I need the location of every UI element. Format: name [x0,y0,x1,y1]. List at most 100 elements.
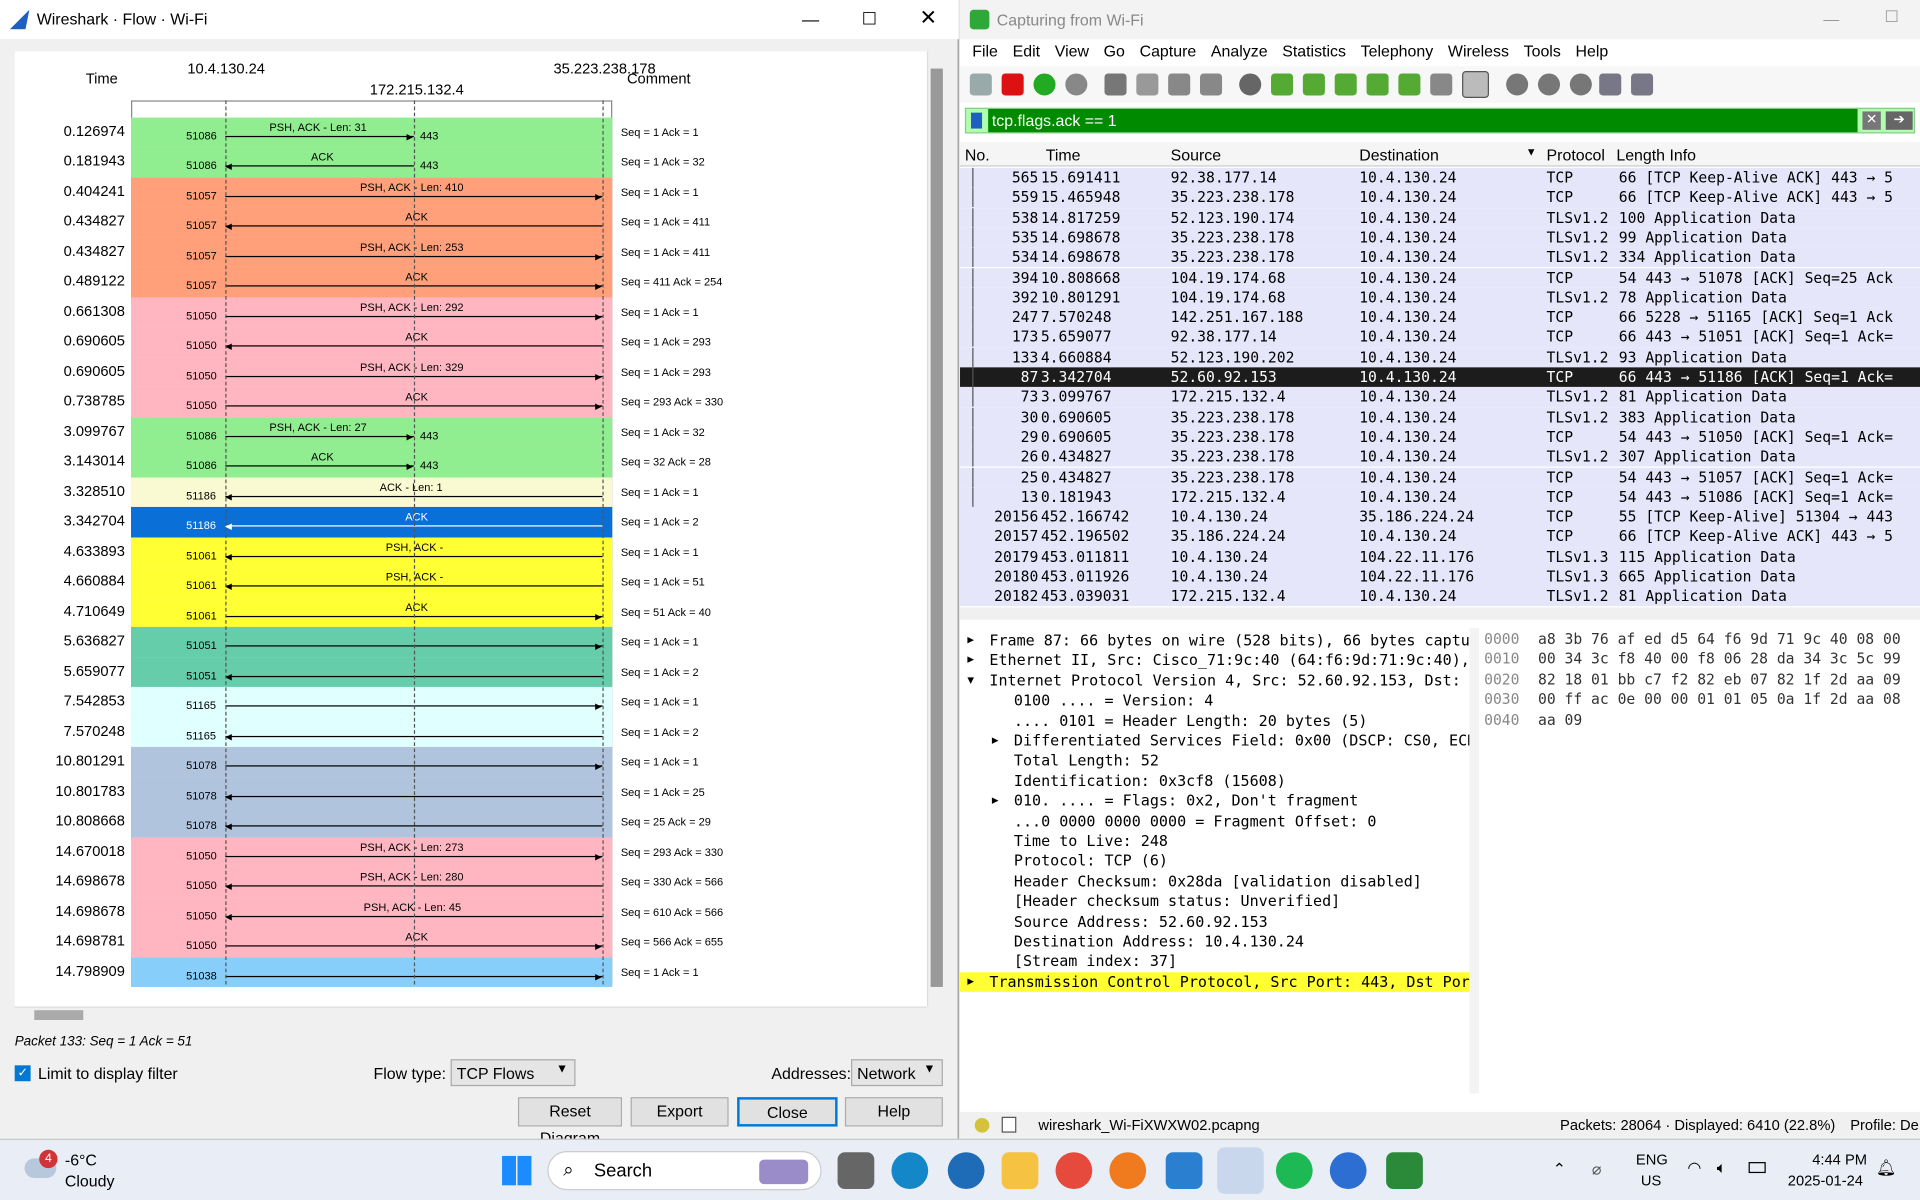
detail-row[interactable]: ▶ Frame 87: 66 bytes on wire (528 bits), … [960,631,1469,651]
close-button[interactable]: Close [737,1097,838,1127]
limit-checkbox[interactable]: ✓ [14,1065,31,1082]
resize-columns-icon[interactable] [1599,73,1622,96]
flow-diagram[interactable]: Time 10.4.130.24 172.215.132.4 35.223.23… [14,51,927,1007]
edge-icon[interactable] [891,1152,929,1189]
start-windows-icon[interactable] [502,1155,532,1186]
addresses-select[interactable]: Network ▼ [851,1059,943,1087]
profile-label[interactable]: Profile: De [1850,1117,1919,1134]
detail-row[interactable]: ▶ 010. .... = Flags: 0x2, Don't fragment [960,791,1469,811]
hex-bytes[interactable]: aa 09 [1538,711,1582,728]
autoscroll-icon[interactable] [1430,73,1453,96]
packet-row[interactable]: 29 0.690605 35.223.238.178 10.4.130.24 TCP 54… [960,427,1920,448]
collapsed-arrow-icon[interactable]: ▶ [967,651,974,671]
col-protocol[interactable]: Protocol [1547,146,1605,164]
close-icon[interactable]: ✕ [913,6,942,30]
temperature[interactable]: -6°C [65,1151,97,1169]
packet-row[interactable]: 20157 452.196502 35.186.224.24 10.4.130.24 T… [960,527,1920,547]
menu-tools[interactable]: Tools [1524,42,1561,60]
packet-row[interactable]: 534 14.698678 35.223.238.178 10.4.130.24 TLS… [960,247,1920,268]
restart-capture-icon[interactable] [1033,73,1056,96]
clock-date[interactable]: 2025-01-24 [1788,1172,1863,1189]
detail-row[interactable]: ▼ Internet Protocol Version 4, Src: 52.60… [960,671,1469,691]
display-filter-input[interactable]: tcp.flags.ack == 1 [988,108,1858,133]
network-off-icon[interactable]: ⌀ [1592,1160,1602,1180]
reset-diagram-button[interactable]: Reset Diagram [517,1097,623,1147]
hscroll-thumb[interactable] [34,1010,84,1021]
notepad-icon[interactable] [1165,1152,1203,1189]
packet-row[interactable]: 20182 453.039031 172.215.132.4 10.4.130.24 T… [960,586,1920,607]
bookmark-icon[interactable] [971,112,983,129]
export-button[interactable]: Export [630,1097,729,1127]
packet-row[interactable]: 173 5.659077 92.38.177.14 10.4.130.24 TCP 66 … [960,327,1920,348]
weather-condition[interactable]: Cloudy [65,1172,115,1190]
packet-row[interactable]: 20156 452.166742 10.4.130.24 35.186.224.24 T… [960,507,1920,528]
colorize-icon[interactable] [1462,71,1489,98]
packet-row[interactable]: 26 0.434827 35.223.238.178 10.4.130.24 TLSv1… [960,447,1920,468]
detail-row[interactable]: [Stream index: 37] [960,952,1469,972]
col-time[interactable]: Time [1046,146,1081,164]
packet-row[interactable]: 13 0.181943 172.215.132.4 10.4.130.24 TCP 54 … [960,487,1920,508]
find-packet-icon[interactable] [1239,73,1262,96]
detail-row[interactable]: 0100 .... = Version: 4 [960,691,1469,711]
zoom-out-icon[interactable] [1537,73,1561,96]
firefox-icon[interactable] [1109,1152,1147,1189]
clock-time[interactable]: 4:44 PM [1812,1151,1867,1168]
detail-row[interactable]: Source Address: 52.60.92.153 [960,912,1469,932]
packet-row[interactable]: 20180 453.011926 10.4.130.24 104.22.11.176 T… [960,566,1920,587]
packet-row[interactable]: 25 0.434827 35.223.238.178 10.4.130.24 TCP 54… [960,467,1920,488]
task-view-icon[interactable] [837,1152,875,1189]
display-filter-bar[interactable]: tcp.flags.ack == 1 ✕ ➔ [964,107,1916,134]
minimize-icon[interactable]: — [1823,10,1839,28]
expanded-arrow-icon[interactable]: ▼ [967,671,974,691]
detail-row[interactable]: Time to Live: 248 [960,831,1469,851]
normal-size-icon[interactable] [1569,73,1592,96]
menu-file[interactable]: File [972,42,998,60]
minimize-icon[interactable]: — [796,10,825,30]
collapsed-arrow-icon[interactable]: ▶ [992,791,999,811]
packet-row[interactable]: 565 15.691411 92.38.177.14 10.4.130.24 TCP 66… [960,167,1920,188]
detail-row[interactable]: Destination Address: 10.4.130.24 [960,932,1469,952]
collapsed-arrow-icon[interactable]: ▶ [967,972,974,992]
stop-capture-icon[interactable] [1001,73,1024,96]
menu-edit[interactable]: Edit [1013,42,1040,60]
reload-icon[interactable] [1200,73,1223,96]
menu-telephony[interactable]: Telephony [1361,42,1434,60]
maximize-icon[interactable]: ☐ [857,9,881,31]
detail-row[interactable]: Identification: 0x3cf8 (15608) [960,771,1469,791]
save-file-icon[interactable] [1136,73,1159,96]
col-no[interactable]: No. [965,146,990,164]
search-box[interactable]: ⌕ Search [547,1151,822,1191]
volume-icon[interactable]: 🔈︎ [1717,1158,1727,1178]
dell-icon[interactable] [947,1152,985,1189]
go-forward-icon[interactable] [1302,73,1325,96]
scroll-thumb[interactable] [930,68,943,987]
close-file-icon[interactable] [1168,73,1191,96]
maximize-icon[interactable]: ☐ [1885,7,1899,27]
capture-options-icon[interactable] [1065,73,1088,96]
diagram-vertical-scrollbar[interactable] [926,51,945,1007]
language-us[interactable]: US [1641,1172,1661,1189]
detail-row[interactable]: Total Length: 52 [960,751,1469,771]
packet-row[interactable]: 20179 453.011811 10.4.130.24 104.22.11.176 T… [960,546,1920,567]
detail-row[interactable]: ▶ Transmission Control Protocol, Src Port… [960,972,1470,993]
flow-type-select[interactable]: TCP Flows ▼ [450,1059,576,1087]
packet-row[interactable]: 392 10.801291 104.19.174.68 10.4.130.24 TLSv… [960,287,1920,308]
wireshark-taskbar-icon[interactable] [1217,1147,1264,1194]
show-hidden-icons[interactable]: ⌃ [1553,1160,1566,1180]
battery-icon[interactable] [1748,1162,1766,1174]
collapsed-arrow-icon[interactable]: ▶ [992,731,999,751]
menu-wireless[interactable]: Wireless [1448,42,1509,60]
help-button[interactable]: Help [844,1097,943,1127]
phone-link-icon[interactable] [1386,1152,1423,1189]
detail-row[interactable]: ...0 0000 0000 0000 = Fragment Offset: 0 [960,811,1469,831]
detail-row[interactable]: Header Checksum: 0x28da [validation disa… [960,872,1469,892]
spotify-icon[interactable] [1275,1152,1313,1189]
apply-filter-icon[interactable]: ➔ [1885,111,1913,130]
start-capture-icon[interactable] [969,73,992,96]
col-destination[interactable]: Destination [1359,146,1439,164]
packet-row[interactable]: 559 15.465948 35.223.238.178 10.4.130.24 TCP… [960,187,1920,208]
hex-bytes[interactable]: 00 34 3c f8 40 00 f8 06 28 da 34 3c 5c 9… [1538,651,1901,668]
packet-row[interactable]: 394 10.808668 104.19.174.68 10.4.130.24 TCP 5… [960,267,1920,288]
menu-view[interactable]: View [1055,42,1089,60]
menu-help[interactable]: Help [1576,42,1609,60]
